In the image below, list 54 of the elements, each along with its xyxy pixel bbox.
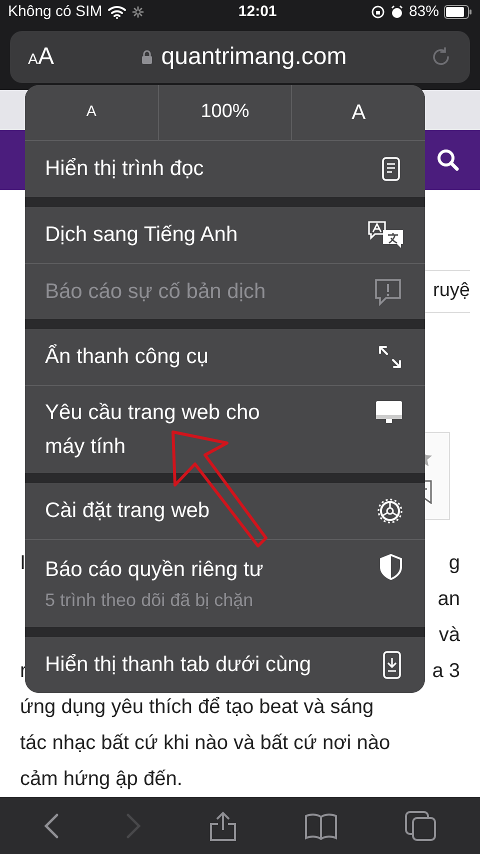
paragraph-line: cảm hứng ập đến. — [20, 767, 182, 792]
menu-item-sublabel: 5 trình theo dõi đã bị chặn — [45, 589, 254, 612]
paragraph-fragment: a 3 — [432, 659, 460, 684]
text-size-button[interactable]: AA — [28, 44, 98, 70]
zoom-level-button[interactable]: 100% — [158, 85, 292, 140]
shield-icon — [379, 554, 403, 580]
decrease-text-button[interactable]: A — [25, 85, 159, 140]
menu-item[interactable]: Hiển thị trình đọc — [25, 141, 425, 197]
book-icon[interactable] — [304, 812, 338, 840]
paragraph-fragment: an — [438, 587, 460, 612]
paragraph-fragment: g — [448, 551, 460, 576]
clock-text: 12:01 — [238, 2, 277, 22]
menu-item[interactable]: Cài đặt trang web — [25, 483, 425, 539]
menu-item[interactable]: Yêu cầu trang web cho máy tính — [25, 385, 425, 473]
battery-text: 83% — [408, 2, 439, 22]
menu-item[interactable]: Dịch sang Tiếng Anh — [25, 207, 425, 263]
battery-icon — [444, 5, 472, 19]
reload-icon[interactable] — [430, 46, 452, 68]
reader-icon — [379, 157, 403, 181]
paragraph-fragment: I — [20, 551, 26, 576]
url-text: quantrimang.com — [161, 42, 347, 72]
menu-item[interactable]: Ẩn thanh công cụ — [25, 329, 425, 385]
menu-item-label: Báo cáo sự cố bản dịch — [45, 278, 266, 304]
paragraph-fragment: và — [438, 623, 460, 648]
menu-item-label: Cài đặt trang web — [45, 498, 210, 524]
expand-arrows-icon — [377, 344, 403, 370]
search-icon[interactable] — [436, 148, 460, 172]
back-icon[interactable] — [43, 812, 60, 838]
menu-item[interactable]: Hiển thị thanh tab dưới cùng — [25, 637, 425, 693]
menu-item-label: Hiển thị thanh tab dưới cùng — [45, 652, 311, 678]
menu-item-label: Dịch sang Tiếng Anh — [45, 222, 238, 248]
phone-download-icon — [381, 651, 403, 679]
carrier-text: Không có SIM — [8, 2, 102, 22]
loading-icon — [132, 6, 144, 18]
lock-icon — [141, 49, 154, 65]
share-icon[interactable] — [208, 810, 237, 840]
alarm-icon — [390, 5, 404, 19]
gear-icon — [377, 498, 403, 524]
increase-text-button[interactable]: A — [292, 85, 425, 140]
tab-label[interactable]: ruyệ — [433, 277, 470, 306]
desktop-icon — [375, 400, 403, 424]
alert-bubble-icon — [373, 278, 403, 306]
wifi-icon — [108, 5, 126, 19]
translate-icon — [367, 220, 403, 250]
menu-item[interactable]: Báo cáo quyền riêng tư 5 trình theo dõi đã bị chặn — [25, 539, 425, 627]
tabs-icon[interactable] — [404, 810, 437, 840]
menu-item-label: Ẩn thanh công cụ — [45, 343, 208, 370]
menu-item-label: Báo cáo quyền riêng tư — [45, 557, 264, 583]
paragraph-line: ứng dụng yêu thích để tạo beat và sáng — [20, 695, 374, 720]
menu-item-label: Yêu cầu trang web cho máy tính — [45, 400, 261, 460]
paragraph-line: tác nhạc bất cứ khi nào và bất cứ nơi nào — [20, 731, 390, 756]
rotation-lock-icon — [370, 5, 385, 19]
address-bar[interactable]: AA quantrimang.com — [10, 31, 470, 83]
menu-item-label: Hiển thị trình đọc — [45, 156, 204, 182]
